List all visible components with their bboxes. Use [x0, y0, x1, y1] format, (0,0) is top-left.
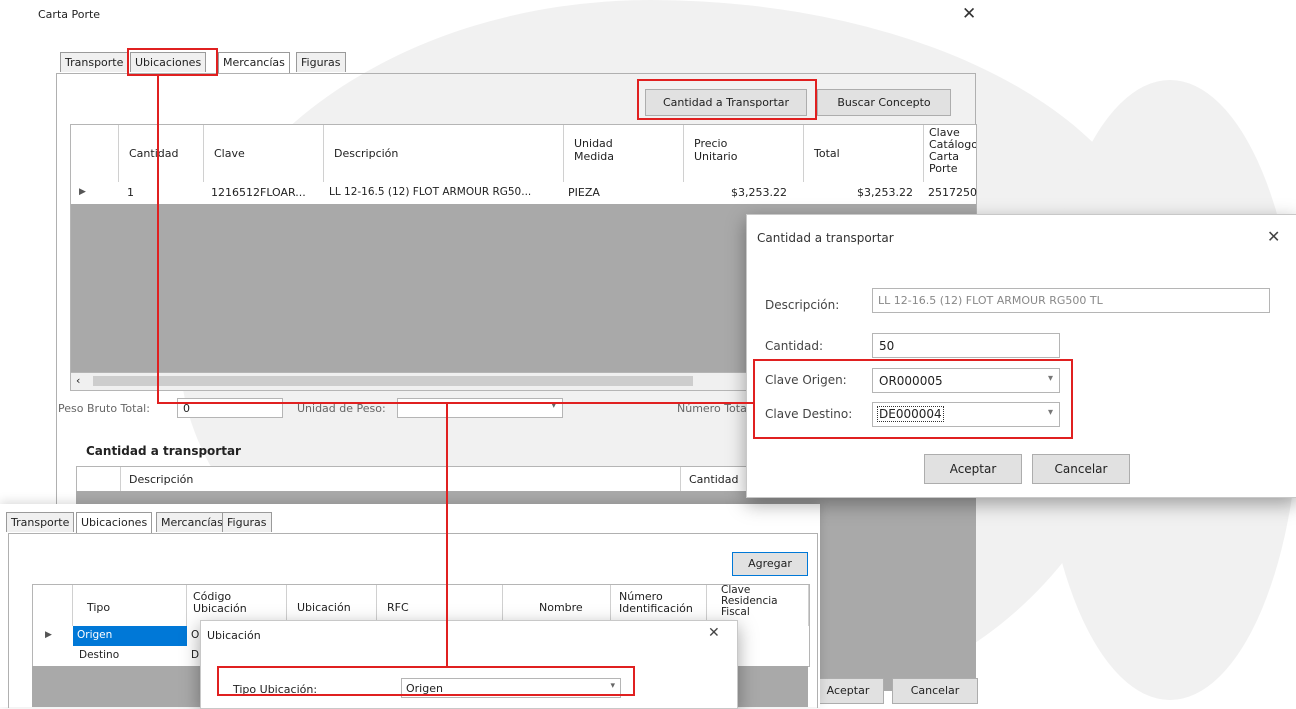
ubicaciones-tab-strip: Transporte Ubicaciones Mercancías Figura…	[6, 512, 306, 534]
tab-figuras[interactable]: Figuras	[296, 52, 346, 72]
cantidad-section-title: Cantidad a transportar	[86, 444, 241, 458]
main-tab-strip: Transporte Ubicaciones Mercancías Figura…	[60, 52, 460, 74]
close-icon[interactable]: ✕	[1267, 227, 1280, 246]
row-pointer-icon: ▶	[79, 187, 86, 197]
unidad-peso-select[interactable]: ▾	[397, 398, 563, 418]
cantidad-grid-blank	[77, 467, 121, 492]
cell-total[interactable]: $3,253.22	[857, 186, 913, 199]
ubicacion-dialog-title: Ubicación	[207, 629, 261, 642]
col-total[interactable]: Total	[804, 125, 924, 183]
tab-figuras[interactable]: Figuras	[222, 512, 272, 532]
chevron-left-icon[interactable]: ‹	[76, 374, 80, 387]
peso-bruto-label: Peso Bruto Total:	[58, 402, 150, 415]
mercancias-grid-header: Cantidad Clave Descripción Unidad Medida…	[70, 124, 977, 184]
col-descripcion[interactable]: Descripción	[324, 125, 564, 183]
cell-codigo[interactable]: D	[191, 649, 199, 661]
col-clave[interactable]: Clave	[204, 125, 324, 183]
cell-cantidad[interactable]: 1	[127, 186, 134, 199]
close-icon[interactable]: ✕	[962, 4, 976, 24]
descripcion-field[interactable]: LL 12-16.5 (12) FLOT ARMOUR RG500 TL	[872, 288, 1270, 313]
cantidad-input[interactable]: 50	[872, 333, 1060, 358]
aceptar-button[interactable]: Aceptar	[812, 678, 884, 704]
tab-mercancias[interactable]: Mercancías	[218, 52, 290, 73]
aceptar-button[interactable]: Aceptar	[924, 454, 1022, 484]
cell-tipo[interactable]: Origen	[73, 626, 187, 646]
descripcion-label: Descripción:	[765, 298, 840, 312]
col-clave-catalogo[interactable]: Clave Catálogo Carta Porte	[924, 125, 976, 183]
window-title: Carta Porte	[38, 8, 101, 21]
cantidad-dialog-title: Cantidad a transportar	[757, 231, 894, 245]
cell-unidad[interactable]: PIEZA	[568, 186, 600, 199]
cell-precio[interactable]: $3,253.22	[731, 186, 787, 199]
connector-line	[157, 402, 753, 404]
close-icon[interactable]: ✕	[708, 625, 720, 641]
cantidad-grid-header: Descripción Cantidad Cl	[76, 466, 778, 493]
cell-codigo[interactable]: O	[191, 629, 199, 641]
row-pointer-icon: ▶	[45, 630, 52, 640]
col-unidad-medida[interactable]: Unidad Medida	[564, 125, 684, 183]
cell-descripcion[interactable]: LL 12-16.5 (12) FLOT ARMOUR RG50...	[329, 186, 531, 198]
cancelar-button[interactable]: Cancelar	[892, 678, 978, 704]
tab-ubicaciones[interactable]: Ubicaciones	[76, 512, 153, 533]
scrollbar-thumb[interactable]	[93, 376, 693, 386]
grid-header-blank	[33, 585, 73, 627]
highlight-ubicaciones-tab	[127, 48, 218, 76]
peso-bruto-input[interactable]: 0	[177, 398, 283, 418]
buscar-concepto-button[interactable]: Buscar Concepto	[817, 89, 951, 116]
highlight-clave-fields	[753, 359, 1073, 439]
cell-tipo[interactable]: Destino	[79, 649, 119, 661]
cancelar-button[interactable]: Cancelar	[1032, 454, 1130, 484]
highlight-cantidad-button	[637, 79, 817, 120]
grid-header-blank	[71, 125, 119, 183]
cantidad-label: Cantidad:	[765, 339, 824, 353]
col-cantidad[interactable]: Cantidad	[119, 125, 204, 183]
col-descripcion[interactable]: Descripción	[121, 467, 681, 492]
agregar-button[interactable]: Agregar	[732, 552, 808, 576]
highlight-tipo-ubicacion	[217, 666, 635, 696]
tab-transporte[interactable]: Transporte	[6, 512, 75, 532]
connector-line	[446, 402, 448, 666]
col-precio-unitario[interactable]: Precio Unitario	[684, 125, 804, 183]
tab-mercancias[interactable]: Mercancías	[156, 512, 228, 532]
col-tipo[interactable]: Tipo	[73, 585, 187, 627]
table-row[interactable]: ▶ 1 1216512FLOAR... LL 12-16.5 (12) FLOT…	[70, 182, 977, 205]
cell-clave[interactable]: 1216512FLOAR...	[211, 186, 306, 199]
cantidad-dialog: Cantidad a transportar ✕ Descripción: LL…	[746, 214, 1296, 498]
tab-transporte[interactable]: Transporte	[60, 52, 129, 72]
connector-line	[157, 76, 159, 403]
cell-clave-cat[interactable]: 2517250	[928, 186, 977, 199]
